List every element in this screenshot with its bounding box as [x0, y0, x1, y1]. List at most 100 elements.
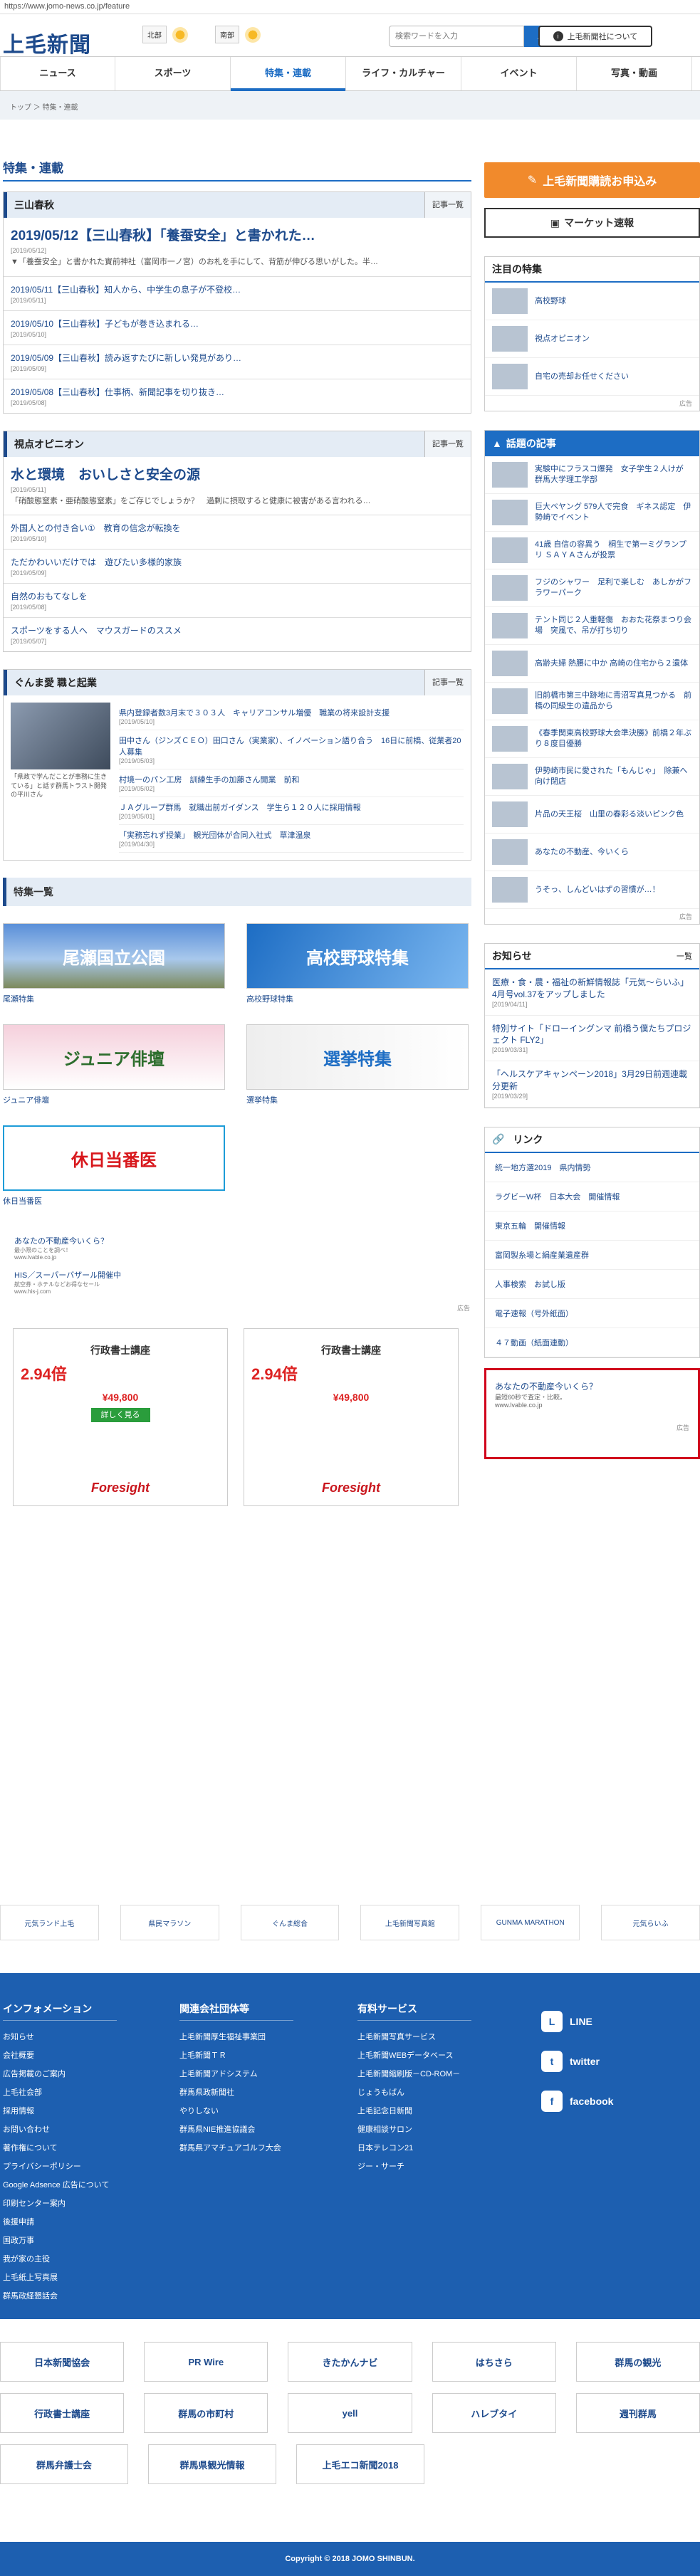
market-button[interactable]: ▣ マーケット速報: [484, 208, 700, 238]
partner-banner[interactable]: はちさら: [432, 2342, 556, 2382]
weather-south[interactable]: 南部: [215, 26, 261, 43]
hot-item[interactable]: 41歳 自信の容異う 桐生で第一ミグランプリ ＳＡＹＡさんが投票: [485, 532, 699, 569]
lead-article[interactable]: 水と環境 おいしさと安全の源 [2019/05/11] 「硝酸態窒素・亜硝酸態窒…: [4, 457, 471, 515]
item-title[interactable]: 「ヘルスケアキャンペーン2018」3月29日前週連載分更新: [492, 1068, 692, 1093]
item-title[interactable]: 実験中にフラスコ爆発 女子学生２人けが 群馬大学理工学部: [535, 464, 692, 485]
item-title[interactable]: 県内登録者数3月末で３０３人 キャリアコンサル増優 職業の将来設計支援: [119, 707, 464, 718]
partner-banner[interactable]: 群馬弁護士会: [0, 2444, 128, 2484]
list-item[interactable]: スポーツをする人へ マウスガードのススメ [2019/05/07]: [4, 617, 471, 651]
more-link[interactable]: 一覧: [677, 950, 692, 962]
thumbnail[interactable]: [492, 839, 528, 865]
partner-banner[interactable]: 上毛エコ新聞2018: [296, 2444, 424, 2484]
banner-image[interactable]: 尾瀬国立公園: [3, 923, 225, 989]
thumbnail[interactable]: [492, 500, 528, 525]
list-item[interactable]: 2019/05/10【三山春秋】子どもが巻き込まれる… [2019/05/10]: [4, 310, 471, 345]
list-item[interactable]: 「実務忘れず授業」 観光団体が合同入社式 草津温泉 [2019/04/30]: [119, 825, 464, 853]
notice-item[interactable]: 「ヘルスケアキャンペーン2018」3月29日前週連載分更新 [2019/03/29…: [485, 1061, 699, 1108]
item-title[interactable]: 片品の天王桜 山里の春彩る淡いピンク色: [535, 809, 684, 820]
partner-banner[interactable]: ハレブタイ: [432, 2393, 556, 2433]
thumbnail[interactable]: [492, 688, 528, 714]
item-title[interactable]: スポーツをする人へ マウスガードのススメ: [11, 624, 464, 636]
thumbnail[interactable]: [492, 326, 528, 352]
partner-banner[interactable]: 日本新聞協会: [0, 2342, 125, 2382]
footer-link[interactable]: 著作権について: [3, 2139, 117, 2157]
partner-banner[interactable]: 群馬の市町村: [144, 2393, 268, 2433]
footer-link[interactable]: 採用情報: [3, 2102, 117, 2120]
item-title[interactable]: うそっ、しんどいはずの習慣が…！: [535, 885, 660, 895]
feature-banner[interactable]: 選挙特集 選挙特集: [246, 1024, 469, 1105]
item-title[interactable]: 2019/05/10【三山春秋】子どもが巻き込まれる…: [11, 317, 464, 330]
ad-title[interactable]: あなたの不動産今いくら？: [14, 1235, 470, 1246]
list-item[interactable]: 自然のおもてなしを [2019/05/08]: [4, 583, 471, 617]
facebook-link[interactable]: f facebook: [541, 2081, 613, 2121]
thumbnail[interactable]: [492, 726, 528, 752]
item-title[interactable]: 外国人との付き合い① 教育の信念が転換を: [11, 522, 464, 534]
banner-label[interactable]: 休日当番医: [3, 1195, 225, 1206]
thumbnail[interactable]: [492, 288, 528, 314]
item-title[interactable]: 41歳 自信の容異う 桐生で第一ミグランプリ ＳＡＹＡさんが投票: [535, 540, 692, 561]
featured-item[interactable]: 高校野球: [485, 283, 699, 320]
list-item[interactable]: ＪＡグループ群馬 就職出前ガイダンス 学生ら１２０人に採用情報 [2019/05/…: [119, 797, 464, 826]
list-item[interactable]: 村境一のパン工房 訓練生手の加藤さん開業 前和 [2019/05/02]: [119, 769, 464, 798]
nav-feature[interactable]: 特集・連載: [231, 57, 346, 91]
text-ad[interactable]: HIS／スーパーバザール開催中 航空券・ホテルなどお得なセール www.his-j.…: [14, 1269, 470, 1295]
footer-link[interactable]: じょうもばん: [357, 2083, 471, 2102]
footer-link[interactable]: お知らせ: [3, 2028, 117, 2046]
item-title[interactable]: ただかわいいだけでは 遊びたい多様的家族: [11, 556, 464, 568]
footer-link[interactable]: 会社概要: [3, 2046, 117, 2065]
hot-item[interactable]: 片品の天王桜 山里の春彩る淡いピンク色: [485, 796, 699, 834]
link-item[interactable]: 富岡製糸場と絹産業遺産群: [485, 1241, 699, 1270]
link-item[interactable]: 人事検索 お試し版: [485, 1270, 699, 1299]
thumbnail[interactable]: [492, 801, 528, 827]
display-ad[interactable]: 行政書士講座 2.94倍 ¥49,800 詳しく見る Foresight: [13, 1328, 228, 1507]
item-title[interactable]: 《春季関東高校野球大会準決勝》前橋２年ぶり８度目優勝: [535, 728, 692, 750]
text-ad[interactable]: あなたの不動産今いくら？ 最小限のことを調べ！ www.lvable.co.jp: [14, 1235, 470, 1261]
hot-item[interactable]: 巨大ベヤング 579人で完食 ギネス認定 伊勢崎でイベント: [485, 494, 699, 532]
feature-banner[interactable]: 高校野球特集 高校野球特集: [246, 923, 469, 1004]
sidebar-text-ad[interactable]: あなたの不動産今いくら？ 最短60秒で査定・比較。 www.lvable.co.…: [484, 1367, 700, 1459]
list-item[interactable]: ただかわいいだけでは 遊びたい多様的家族 [2019/05/09]: [4, 549, 471, 583]
partner-banner[interactable]: 週刊群馬: [575, 2393, 700, 2433]
link-item[interactable]: 統一地方選2019 県内情勢: [485, 1153, 699, 1182]
banner-label[interactable]: 選挙特集: [246, 1094, 469, 1105]
item-title[interactable]: 高校野球: [535, 296, 566, 307]
partner-logo[interactable]: GUNMA MARATHON: [481, 1905, 580, 1940]
partner-logo[interactable]: 県民マラソン: [120, 1905, 219, 1940]
footer-link[interactable]: 上毛新聞アドシステム: [179, 2065, 293, 2083]
partner-banner[interactable]: 群馬県観光情報: [148, 2444, 276, 2484]
featured-item[interactable]: 視点オピニオン: [485, 320, 699, 358]
banner-label[interactable]: 高校野球特集: [246, 993, 469, 1004]
item-title[interactable]: テント同じ２人重軽傷 おおた花祭まつり会場 突風で、吊が打ち切り: [535, 615, 692, 636]
lead-title[interactable]: 水と環境 おいしさと安全の源: [11, 464, 464, 483]
item-title[interactable]: 田中さん（ジンズＣＥＯ）田口さん（実業家）、イノベーション語り合う 16日に前橋…: [119, 735, 464, 757]
link-item[interactable]: ラグビーW杯 日本大会 開催情報: [485, 1182, 699, 1211]
item-title[interactable]: ＪＡグループ群馬 就職出前ガイダンス 学生ら１２０人に採用情報: [119, 801, 464, 813]
item-title[interactable]: 特別サイト「ドローイングンマ 前橋う僕たちプロジェクト FLY2」: [492, 1023, 692, 1047]
feature-banner[interactable]: 尾瀬国立公園 尾瀬特集: [3, 923, 225, 1004]
list-item[interactable]: 田中さん（ジンズＣＥＯ）田口さん（実業家）、イノベーション語り合う 16日に前橋…: [119, 730, 464, 770]
footer-link[interactable]: 後援申請: [3, 2213, 117, 2231]
item-title[interactable]: 2019/05/08【三山春秋】仕事柄、新聞記事を切り抜き…: [11, 386, 464, 398]
notice-item[interactable]: 特別サイト「ドローイングンマ 前橋う僕たちプロジェクト FLY2」 [2019/0…: [485, 1016, 699, 1062]
thumbnail[interactable]: [492, 575, 528, 601]
link-item[interactable]: ４７動画（紙面連動）: [485, 1328, 699, 1357]
item-title[interactable]: 2019/05/09【三山春秋】読み返すたびに新しい発見があり…: [11, 352, 464, 364]
item-title[interactable]: あなたの不動産、今いくら: [535, 847, 629, 858]
footer-link[interactable]: ジー・サーチ: [357, 2157, 471, 2176]
footer-link[interactable]: 我が家の主役: [3, 2250, 117, 2269]
banner-label[interactable]: ジュニア俳壇: [3, 1094, 225, 1105]
featured-item[interactable]: 自宅の売却お任せください: [485, 358, 699, 396]
footer-link[interactable]: 上毛新聞WEBデータベース: [357, 2046, 471, 2065]
thumbnail[interactable]: [492, 764, 528, 789]
footer-link[interactable]: 上毛記念日新聞: [357, 2102, 471, 2120]
item-title[interactable]: 医療・食・農・福祉の新鮮情報誌「元気～らいふ」4月号vol.37をアップしました: [492, 977, 692, 1001]
hot-item[interactable]: フジのシャワー 足利で楽しむ あしかがフラワーパーク: [485, 569, 699, 607]
list-item[interactable]: 2019/05/08【三山春秋】仕事柄、新聞記事を切り抜き… [2019/05/0…: [4, 378, 471, 413]
partner-logo[interactable]: 元気らいふ: [601, 1905, 700, 1940]
partner-banner[interactable]: きたかんナビ: [288, 2342, 412, 2382]
hot-item[interactable]: あなたの不動産、今いくら: [485, 834, 699, 871]
thumbnail[interactable]: [492, 537, 528, 563]
footer-link[interactable]: 群馬県政新聞社: [179, 2083, 293, 2102]
partner-logo[interactable]: 元気ランド上毛: [0, 1905, 99, 1940]
more-link[interactable]: 記事一覧: [424, 670, 471, 696]
